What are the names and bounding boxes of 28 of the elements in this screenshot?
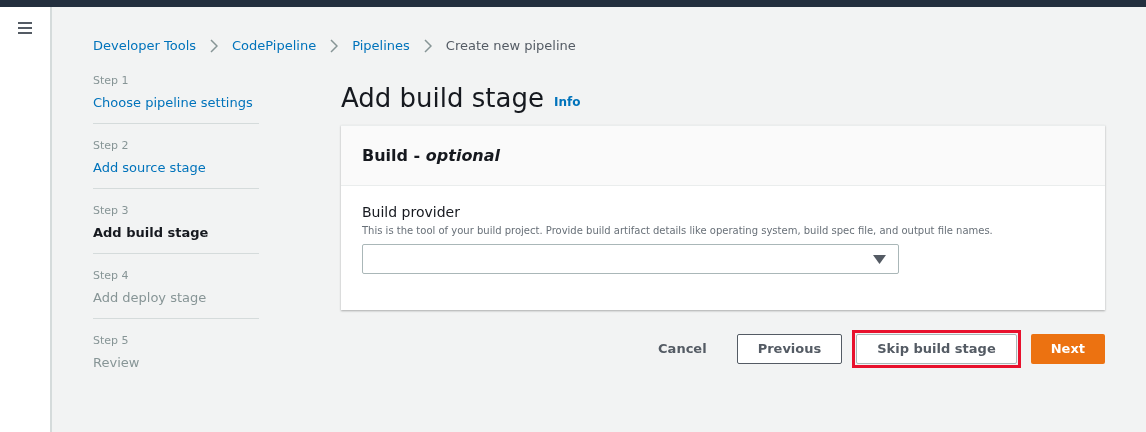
action-button[interactable]: Skip build stage [856, 334, 1017, 364]
breadcrumb-link[interactable]: Developer Tools [93, 36, 197, 56]
breadcrumb-link[interactable]: Pipelines [352, 36, 410, 56]
field-label: Build provider [362, 203, 461, 222]
page-title: Add build stage [341, 82, 544, 115]
breadcrumb-link[interactable]: CodePipeline [232, 36, 317, 56]
step-title: Add build stage [93, 224, 209, 242]
field-description: This is the tool of your build project. Provide build artifact details like operating system, build spec file, and output file names. [362, 224, 994, 238]
breadcrumb-current: Create new pipeline [445, 37, 576, 56]
dropdown-caret-icon [873, 254, 886, 264]
step-title[interactable]: Add source stage [93, 156, 206, 180]
chevron-right-icon [423, 39, 432, 53]
chevron-right-icon [210, 39, 219, 53]
action-button[interactable]: Cancel [638, 334, 727, 364]
step-title: Add deploy stage [93, 289, 207, 307]
step-title[interactable]: Choose pipeline settings [93, 91, 253, 115]
step-number: Step 1 [93, 73, 129, 89]
next-button[interactable]: Next [1030, 334, 1105, 364]
info-link[interactable]: Info [554, 93, 581, 111]
step-number: Step 2 [93, 138, 129, 154]
card-title: Build - optional [362, 144, 501, 167]
step-number: Step 5 [93, 333, 129, 349]
menu-icon[interactable] [17, 21, 33, 35]
chevron-right-icon [330, 39, 339, 53]
step-number: Step 3 [93, 203, 129, 219]
step-title: Review [93, 354, 140, 372]
step-number: Step 4 [93, 268, 129, 284]
action-button[interactable]: Previous [736, 334, 843, 364]
